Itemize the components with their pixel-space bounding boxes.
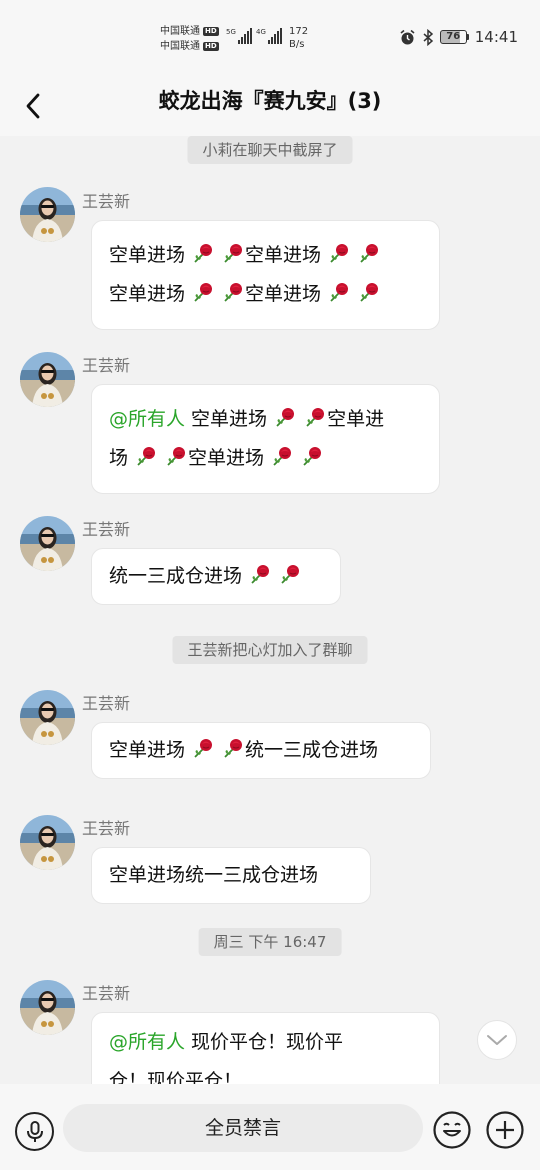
system-notice-screenshot: 小莉在聊天中截屏了 xyxy=(187,136,353,164)
signal-4g-icon: 4G xyxy=(256,28,282,44)
rose-emoji-icon xyxy=(224,738,243,758)
rose-emoji-icon xyxy=(360,243,379,263)
rose-emoji-icon xyxy=(194,243,213,263)
message-list[interactable]: 小莉在聊天中截屏了 王芸新 空单进场 空单进场 空单进场 空单进场 王芸新 @所有人… xyxy=(0,136,540,1084)
avatar[interactable] xyxy=(20,516,75,571)
sender-name: 王芸新 xyxy=(82,694,131,713)
rose-emoji-icon xyxy=(303,446,322,466)
carrier-info: 中国联通 HD 中国联通 HD xyxy=(160,24,219,54)
input-bar: 全员禁言 xyxy=(0,1084,540,1170)
rose-emoji-icon xyxy=(194,738,213,758)
message-text: 空单进场统一三成仓进场 xyxy=(109,864,319,886)
message-bubble[interactable]: 空单进场 统一三成仓进场 xyxy=(91,722,431,779)
rose-emoji-icon xyxy=(273,446,292,466)
message-text: 空单进场 xyxy=(188,447,265,469)
battery-level: 76 xyxy=(439,30,467,44)
rose-emoji-icon xyxy=(306,407,325,427)
avatar[interactable] xyxy=(20,187,75,242)
sender-name: 王芸新 xyxy=(82,984,131,1003)
net-speed-unit: B/s xyxy=(289,39,305,50)
message-text: 空单进场 xyxy=(245,283,322,305)
message-text: 空单进场 xyxy=(109,739,186,761)
message-text: 统一三成仓进场 xyxy=(245,739,379,761)
rose-emoji-icon xyxy=(167,446,186,466)
message-text: 空单进场 xyxy=(109,244,186,266)
avatar[interactable] xyxy=(20,980,75,1035)
chat-title: 蛟龙出海『赛九安』(3) xyxy=(158,89,382,113)
avatar[interactable] xyxy=(20,815,75,870)
chat-header: 蛟龙出海『赛九安』(3) xyxy=(0,78,540,136)
status-bar: 中国联通 HD 中国联通 HD 5G 4G 172 B/s 76 14:41 xyxy=(0,0,540,78)
scroll-to-bottom-button[interactable] xyxy=(477,1020,517,1060)
message-bubble[interactable]: 统一三成仓进场 xyxy=(91,548,341,605)
system-notice-joined: 王芸新把心灯加入了群聊 xyxy=(172,636,368,664)
alarm-icon xyxy=(400,29,415,44)
message-text: 场 xyxy=(109,447,129,469)
hd-badge: HD xyxy=(203,42,219,51)
hd-badge: HD xyxy=(203,27,219,36)
rose-emoji-icon xyxy=(194,282,213,302)
message-bubble[interactable]: 空单进场 空单进场 空单进场 空单进场 xyxy=(91,220,440,330)
rose-emoji-icon xyxy=(137,446,156,466)
message-text: 空单进场 xyxy=(109,283,186,305)
carrier-1-label: 中国联通 xyxy=(160,26,200,37)
bluetooth-icon xyxy=(423,28,433,46)
net-speed-value: 172 xyxy=(289,26,309,37)
avatar[interactable] xyxy=(20,352,75,407)
status-right: 76 14:41 xyxy=(399,28,518,46)
carrier-2-label: 中国联通 xyxy=(160,41,200,52)
rose-emoji-icon xyxy=(276,407,295,427)
timestamp-divider: 周三 下午 16:47 xyxy=(198,928,342,956)
rose-emoji-icon xyxy=(251,564,270,584)
emoji-button[interactable] xyxy=(432,1110,472,1150)
rose-emoji-icon xyxy=(330,243,349,263)
signal-5g-icon: 5G xyxy=(226,28,252,44)
clock: 14:41 xyxy=(474,28,518,46)
net-speed: 172 B/s xyxy=(289,25,308,51)
rose-emoji-icon xyxy=(224,243,243,263)
add-button[interactable] xyxy=(485,1110,525,1150)
message-text: 空单进 xyxy=(327,408,385,430)
microphone-icon xyxy=(26,1120,43,1142)
sender-name: 王芸新 xyxy=(82,520,131,539)
sender-name: 王芸新 xyxy=(82,819,131,838)
voice-button[interactable] xyxy=(15,1112,54,1151)
message-text: 空单进场 xyxy=(245,244,322,266)
mute-all-field[interactable]: 全员禁言 xyxy=(63,1104,423,1152)
message-bubble[interactable]: @所有人 空单进场 空单进 场 空单进场 xyxy=(91,384,440,494)
signal-5g-label: 5G xyxy=(226,28,236,36)
message-text: 仓！现价平仓！ xyxy=(109,1070,243,1084)
message-bubble[interactable]: @所有人 现价平仓！现价平 仓！现价平仓！ xyxy=(91,1012,440,1084)
rose-emoji-icon xyxy=(281,564,300,584)
rose-emoji-icon xyxy=(360,282,379,302)
message-bubble[interactable]: 空单进场统一三成仓进场 xyxy=(91,847,371,904)
rose-emoji-icon xyxy=(224,282,243,302)
sender-name: 王芸新 xyxy=(82,356,131,375)
message-text: 统一三成仓进场 xyxy=(109,565,243,587)
message-text: 空单进场 xyxy=(185,408,268,430)
signal-4g-label: 4G xyxy=(256,28,266,36)
battery-icon: 76 xyxy=(439,30,469,44)
chevron-down-icon xyxy=(487,1035,507,1045)
mention-all[interactable]: @所有人 xyxy=(109,1031,185,1053)
mention-all[interactable]: @所有人 xyxy=(109,408,185,430)
rose-emoji-icon xyxy=(330,282,349,302)
avatar[interactable] xyxy=(20,690,75,745)
sender-name: 王芸新 xyxy=(82,192,131,211)
message-text: 现价平仓！现价平 xyxy=(185,1031,344,1053)
